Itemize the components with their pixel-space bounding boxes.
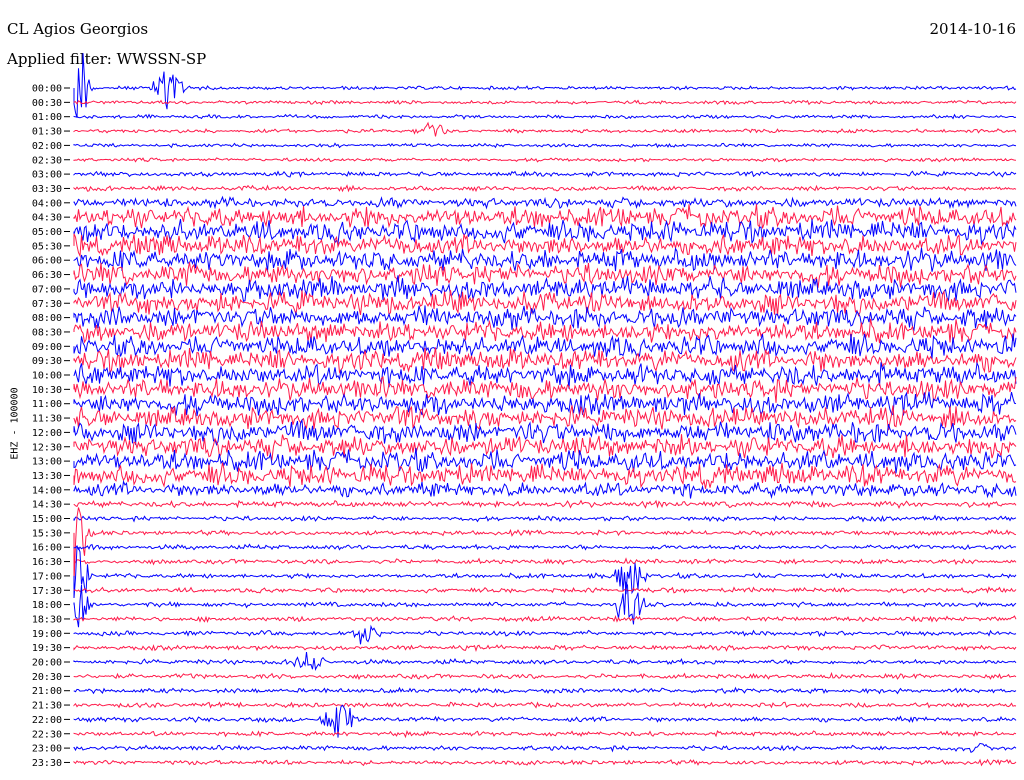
- trace-line-0200: [73, 142, 1017, 149]
- trace-line-0330: [73, 184, 1017, 193]
- time-tick-label: 04:00: [32, 198, 62, 209]
- trace-line-2030: [73, 671, 1017, 681]
- time-tick-label: 03:00: [32, 170, 62, 181]
- trace-line-1130: [73, 405, 1017, 431]
- time-tick-label: 17:00: [32, 571, 62, 582]
- time-tick-label: 11:30: [32, 414, 62, 425]
- time-tick-label: 17:30: [32, 586, 62, 597]
- time-tick-label: 10:00: [32, 371, 62, 382]
- trace-group: [73, 53, 1017, 767]
- trace-line-0230: [73, 157, 1017, 163]
- trace-line-0730: [73, 289, 1017, 317]
- trace-line-1730: [73, 586, 1017, 594]
- time-tick-label: 19:00: [32, 629, 62, 640]
- trace-line-1900: [73, 624, 1017, 645]
- trace-line-0130: [73, 121, 1017, 137]
- time-tick-label: 07:00: [32, 284, 62, 295]
- time-tick-label: 15:30: [32, 528, 62, 539]
- time-tick-label: 20:00: [32, 658, 62, 669]
- time-tick-label: 19:30: [32, 643, 62, 654]
- time-tick-label: 12:30: [32, 442, 62, 453]
- time-tick-label: 14:30: [32, 500, 62, 511]
- trace-line-2330: [73, 758, 1017, 767]
- trace-line-2000: [73, 652, 1017, 672]
- trace-line-1430: [73, 499, 1017, 510]
- time-tick-label: 15:00: [32, 514, 62, 525]
- trace-line-0600: [73, 247, 1017, 272]
- trace-line-1600: [73, 543, 1017, 551]
- time-tick-label: 09:00: [32, 342, 62, 353]
- time-tick-label: 16:30: [32, 557, 62, 568]
- trace-line-1630: [73, 557, 1017, 566]
- time-tick-label: 03:30: [32, 184, 62, 195]
- time-tick-label: 07:30: [32, 299, 62, 310]
- time-tick-label: 00:00: [32, 84, 62, 95]
- trace-line-1200: [73, 418, 1017, 446]
- time-tick-label: 04:30: [32, 213, 62, 224]
- time-tick-label: 08:30: [32, 327, 62, 338]
- time-tick-label: 12:00: [32, 428, 62, 439]
- seismogram-plot: 00:00 00:30 01:00 01:30 02:00 02:30 03:00 03:30…: [32, 53, 1017, 769]
- trace-line-2130: [73, 701, 1017, 709]
- trace-line-2230: [73, 730, 1017, 739]
- trace-line-0100: [73, 113, 1017, 120]
- time-tick-label: 21:30: [32, 701, 62, 712]
- time-tick-label: 22:00: [32, 715, 62, 726]
- trace-line-1500: [73, 514, 1017, 523]
- trace-line-0400: [73, 195, 1017, 210]
- time-tick-label: 22:30: [32, 729, 62, 740]
- trace-line-0300: [73, 170, 1017, 178]
- trace-line-1530: [73, 507, 1017, 582]
- time-tick-label: 16:00: [32, 543, 62, 554]
- time-tick-label: 02:00: [32, 141, 62, 152]
- time-tick-label: 23:00: [32, 744, 62, 755]
- time-tick-label: 05:00: [32, 227, 62, 238]
- time-tick-label: 05:30: [32, 241, 62, 252]
- trace-line-1030: [73, 376, 1017, 403]
- time-tick-label: 23:30: [32, 758, 62, 769]
- time-tick-label: 10:30: [32, 385, 62, 396]
- time-tick-label: 02:30: [32, 155, 62, 166]
- trace-line-2300: [73, 742, 1017, 753]
- time-tick-label: 18:00: [32, 600, 62, 611]
- trace-line-0800: [73, 305, 1017, 332]
- time-tick-label: 01:00: [32, 112, 62, 123]
- time-tick-label: 14:00: [32, 485, 62, 496]
- time-tick-label: 06:00: [32, 256, 62, 267]
- time-tick-label: 00:30: [32, 98, 62, 109]
- trace-line-0030: [73, 99, 1017, 106]
- time-tick-label: 18:30: [32, 614, 62, 625]
- trace-line-2100: [73, 686, 1017, 695]
- time-tick-label: 13:00: [32, 457, 62, 468]
- time-tick-label: 08:00: [32, 313, 62, 324]
- time-tick-label: 21:00: [32, 686, 62, 697]
- time-tick-label: 13:30: [32, 471, 62, 482]
- time-tick-label: 20:30: [32, 672, 62, 683]
- trace-line-1400: [73, 479, 1017, 499]
- trace-line-0000: [73, 53, 1017, 118]
- trace-line-1100: [73, 391, 1017, 417]
- time-axis: 00:00 00:30 01:00 01:30 02:00 02:30 03:00 03:30…: [32, 84, 70, 769]
- time-tick-label: 09:30: [32, 356, 62, 367]
- trace-line-1830: [73, 615, 1017, 624]
- trace-line-1930: [73, 644, 1017, 652]
- time-tick-label: 11:00: [32, 399, 62, 410]
- time-tick-label: 01:30: [32, 127, 62, 138]
- time-tick-label: 06:30: [32, 270, 62, 281]
